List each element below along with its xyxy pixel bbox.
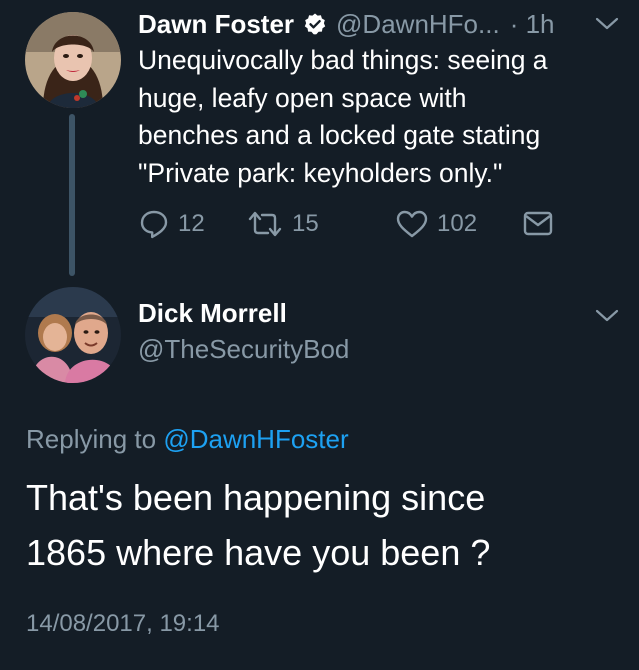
envelope-icon	[523, 210, 553, 238]
handle[interactable]: @DawnHFo...	[336, 9, 500, 40]
retweet-button[interactable]: 15	[246, 206, 319, 242]
reply-button[interactable]: 12	[138, 206, 205, 242]
verified-badge-icon	[303, 12, 327, 36]
tweet-actions: 12 15 102	[138, 206, 578, 242]
avatar-image	[25, 12, 121, 108]
display-name[interactable]: Dawn Foster	[138, 9, 294, 40]
avatar[interactable]	[25, 287, 121, 383]
like-button[interactable]: 102	[395, 206, 477, 242]
reply-count: 12	[178, 210, 205, 237]
display-name[interactable]: Dick Morrell	[138, 298, 287, 329]
tweet-thread-view: Dawn Foster @DawnHFo... · 1h Unequivocal…	[0, 0, 639, 670]
replying-to-label: Replying to	[26, 424, 157, 454]
parent-tweet[interactable]: Dawn Foster @DawnHFo... · 1h Unequivocal…	[0, 0, 639, 285]
tweet-time: · 1h	[509, 8, 555, 39]
retweet-count: 15	[292, 210, 319, 237]
chevron-down-icon[interactable]	[594, 14, 620, 34]
thread-connector-line	[69, 114, 75, 276]
heart-icon	[395, 208, 429, 240]
tweet-text: Unequivocally bad things: seeing a huge,…	[138, 45, 548, 188]
like-count: 102	[437, 210, 478, 237]
replying-to: Replying to @DawnHFoster	[26, 424, 349, 455]
direct-message-button[interactable]	[523, 206, 553, 242]
handle[interactable]: @TheSecurityBod	[138, 334, 349, 365]
tweet-timestamp: 14/08/2017, 19:14	[26, 610, 220, 637]
retweet-icon	[246, 208, 284, 240]
avatar[interactable]	[25, 12, 121, 108]
tweet-text: That's been happening since 1865 where h…	[26, 477, 491, 573]
tweet-header: Dawn Foster @DawnHFo... · 1h	[138, 8, 555, 40]
chevron-down-icon[interactable]	[594, 306, 620, 326]
avatar-image	[25, 287, 121, 383]
replying-to-mention-link[interactable]: @DawnHFoster	[163, 424, 348, 454]
reply-icon	[138, 208, 170, 240]
